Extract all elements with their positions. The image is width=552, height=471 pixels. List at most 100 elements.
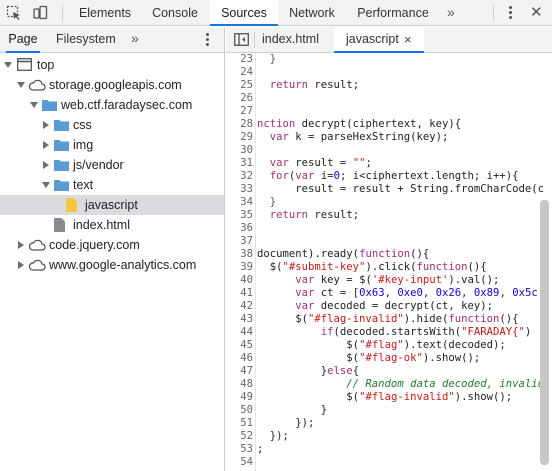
line-number[interactable]: 33 — [226, 183, 253, 196]
tree-item-folder[interactable]: img — [0, 135, 224, 155]
line-number[interactable]: 52 — [226, 430, 253, 443]
tab-network[interactable]: Network — [280, 0, 344, 26]
code-line[interactable]: }); — [257, 417, 314, 430]
code-line[interactable]: return result; — [257, 79, 359, 92]
code-line[interactable]: var decoded = decrypt(ct, key); — [257, 300, 493, 313]
code-content[interactable]: } return result; nction decrypt(ciphertex… — [257, 53, 545, 471]
code-line[interactable]: for(var i=0; i<ciphertext.length; i++){ — [257, 170, 519, 183]
tree-item-top[interactable]: top — [0, 55, 224, 75]
code-line[interactable]: $("#flag-invalid").hide(function(){ — [257, 313, 518, 326]
expanded-arrow-icon[interactable] — [30, 102, 38, 108]
line-number[interactable]: 49 — [226, 391, 253, 404]
code-line[interactable]: $("#flag").text(decoded); — [257, 339, 506, 352]
tab-elements[interactable]: Elements — [70, 0, 140, 26]
line-number[interactable]: 43 — [226, 313, 253, 326]
line-number[interactable]: 27 — [226, 105, 253, 118]
line-number[interactable]: 44 — [226, 326, 253, 339]
inspect-element-icon[interactable] — [6, 5, 22, 21]
line-number[interactable]: 30 — [226, 144, 253, 157]
line-number[interactable]: 24 — [226, 66, 253, 79]
line-number[interactable]: 26 — [226, 92, 253, 105]
tree-item-domain[interactable]: storage.googleapis.com — [0, 75, 224, 95]
editor-tab-index-html[interactable]: index.html — [262, 27, 330, 52]
code-line[interactable]: $("#flag-invalid").show(); — [257, 391, 512, 404]
code-line[interactable]: ; — [257, 443, 263, 456]
close-tab-icon[interactable]: × — [404, 27, 412, 52]
editor-tab-javascript[interactable]: javascript × — [334, 27, 424, 53]
tree-item-folder[interactable]: web.ctf.faradaysec.com — [0, 95, 224, 115]
toggle-navigator-icon[interactable] — [234, 33, 249, 46]
line-number[interactable]: 47 — [226, 365, 253, 378]
expanded-arrow-icon[interactable] — [4, 62, 12, 68]
tab-console[interactable]: Console — [140, 0, 210, 26]
code-line[interactable]: $("#flag-ok").show(); — [257, 352, 480, 365]
line-number[interactable]: 45 — [226, 339, 253, 352]
tab-filesystem[interactable]: Filesystem — [56, 27, 116, 52]
code-token: $( — [257, 339, 360, 351]
code-line[interactable]: }else{ — [257, 365, 359, 378]
tree-item-folder[interactable]: text — [0, 175, 224, 195]
line-number[interactable]: 48 — [226, 378, 253, 391]
line-number[interactable]: 39 — [226, 261, 253, 274]
line-number[interactable]: 51 — [226, 417, 253, 430]
code-line[interactable]: if(decoded.startsWith("FARADAY{") — [257, 326, 532, 339]
line-number[interactable]: 34 — [226, 196, 253, 209]
line-number[interactable]: 41 — [226, 287, 253, 300]
collapsed-arrow-icon[interactable] — [18, 261, 24, 269]
line-number[interactable]: 50 — [226, 404, 253, 417]
code-line[interactable]: } — [257, 53, 276, 66]
tree-item-domain[interactable]: code.jquery.com — [0, 235, 224, 255]
code-editor[interactable]: 23 24 25 26 27 28 29 30 31 32 33 34 35 3… — [226, 53, 552, 471]
close-devtools-icon[interactable]: ✕ — [530, 5, 546, 21]
code-token: k = parseHexString(key); — [288, 131, 449, 143]
device-toolbar-icon[interactable] — [32, 5, 48, 21]
expanded-arrow-icon[interactable] — [17, 82, 25, 88]
tab-page[interactable]: Page — [6, 27, 40, 53]
navigator-menu-icon[interactable] — [206, 33, 210, 47]
code-line[interactable]: return result; — [257, 209, 359, 222]
line-number[interactable]: 32 — [226, 170, 253, 183]
expanded-arrow-icon[interactable] — [42, 182, 50, 188]
line-number[interactable]: 31 — [226, 157, 253, 170]
line-number[interactable]: 42 — [226, 300, 253, 313]
code-line[interactable]: }); — [257, 430, 289, 443]
code-line[interactable]: } — [257, 404, 327, 417]
collapsed-arrow-icon[interactable] — [43, 121, 49, 129]
collapsed-arrow-icon[interactable] — [43, 161, 49, 169]
line-number[interactable]: 36 — [226, 222, 253, 235]
code-line[interactable]: var k = parseHexString(key); — [257, 131, 449, 144]
settings-kebab-icon[interactable] — [509, 6, 513, 20]
code-line[interactable]: result = result + String.fromCharCode(ci… — [257, 183, 545, 196]
line-number[interactable]: 38 — [226, 248, 253, 261]
tree-item-file-selected[interactable]: javascript — [0, 195, 224, 215]
line-number[interactable]: 53 — [226, 443, 253, 456]
code-line[interactable]: var key = $('#key-input').val(); — [257, 274, 499, 287]
tab-performance[interactable]: Performance — [348, 0, 438, 26]
line-number[interactable]: 40 — [226, 274, 253, 287]
code-line[interactable]: var result = ""; — [257, 157, 372, 170]
line-number[interactable]: 37 — [226, 235, 253, 248]
line-number[interactable]: 28 — [226, 118, 253, 131]
collapsed-arrow-icon[interactable] — [43, 141, 49, 149]
code-line[interactable]: document).ready(function(){ — [257, 248, 429, 261]
more-tabs-button[interactable]: » — [447, 0, 455, 26]
code-line[interactable]: // Random data decoded, invalid — [257, 378, 544, 391]
line-number[interactable]: 23 — [226, 53, 253, 66]
code-line[interactable]: nction decrypt(ciphertext, key){ — [257, 118, 461, 131]
code-line[interactable]: } — [257, 196, 276, 209]
line-number[interactable]: 25 — [226, 79, 253, 92]
tree-item-file[interactable]: index.html — [0, 215, 224, 235]
line-number[interactable]: 46 — [226, 352, 253, 365]
tab-sources[interactable]: Sources — [210, 0, 278, 26]
collapsed-arrow-icon[interactable] — [18, 241, 24, 249]
line-number[interactable]: 54 — [226, 456, 253, 469]
tree-item-folder[interactable]: css — [0, 115, 224, 135]
tree-item-folder[interactable]: js/vendor — [0, 155, 224, 175]
navigator-more-button[interactable]: » — [131, 26, 139, 52]
code-line[interactable]: $("#submit-key").click(function(){ — [257, 261, 487, 274]
code-line[interactable]: var ct = [0x63, 0xe0, 0x26, 0x89, 0x5c — [257, 287, 537, 300]
line-number[interactable]: 35 — [226, 209, 253, 222]
tree-item-domain[interactable]: www.google-analytics.com — [0, 255, 224, 275]
line-number[interactable]: 29 — [226, 131, 253, 144]
editor-scrollbar[interactable] — [540, 200, 549, 465]
